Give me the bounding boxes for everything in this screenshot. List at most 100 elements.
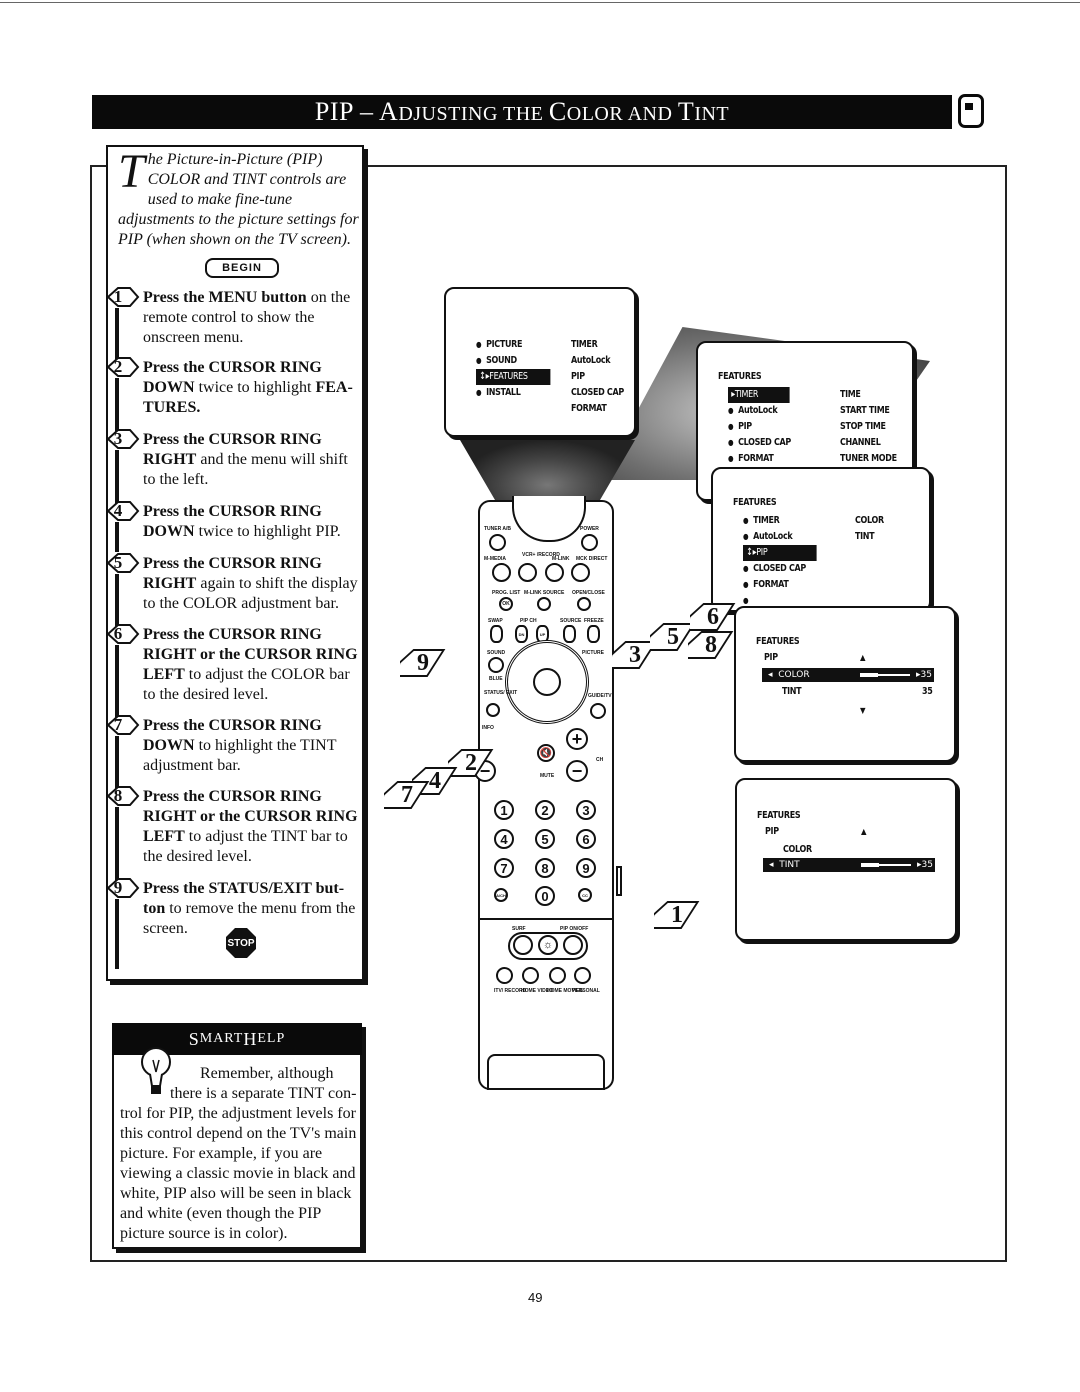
features-menu-right: TIME START TIME STOP TIME CHANNEL TUNER … — [840, 389, 897, 464]
personal-button[interactable] — [574, 967, 591, 984]
step-number-diamond-icon: 8 — [106, 785, 140, 806]
digit-7-button[interactable]: 7 — [494, 858, 514, 878]
label-mlink: M-LINK — [552, 556, 570, 562]
tint-slider[interactable] — [861, 863, 911, 867]
color-bar-row[interactable]: ◂ COLOR ▸35 — [762, 668, 934, 682]
step-number-diamond-icon: 5 — [106, 552, 140, 573]
digit-9-button[interactable]: 9 — [576, 858, 596, 878]
freeze-button[interactable] — [587, 625, 600, 643]
step-text: Press the CURSOR RING DOWN to highlight … — [143, 717, 337, 774]
step-bar — [115, 736, 119, 791]
pip-on-off-button[interactable] — [563, 935, 583, 955]
remote-battery-door — [487, 1054, 605, 1090]
step-text: Press the MENU button on the remote cont… — [143, 289, 351, 346]
tv-icon — [958, 94, 984, 128]
page-top-rule — [0, 2, 1080, 3]
label-mlinksrc: M-LINK SOURCE — [524, 590, 565, 596]
vcr-record-button[interactable] — [518, 563, 537, 582]
tuner-ab-button[interactable] — [489, 534, 506, 551]
step-4: 4 Press the CURSOR RING DOWN twice to hig… — [106, 501, 364, 552]
tv-screen-tint-adjust: FEATURES PIP ▲ COLOR ◂ TINT ▸35 — [735, 778, 957, 941]
pip-menu-title: FEATURES — [733, 497, 777, 508]
label-tuner: TUNER A/B — [484, 526, 512, 532]
cursor-ring-center-button[interactable] — [533, 668, 561, 696]
step-bar — [115, 522, 119, 552]
color-slider[interactable] — [860, 673, 910, 677]
m-media-button[interactable] — [492, 563, 511, 582]
step-3: 3 Press the CURSOR RING RIGHT and the men… — [106, 428, 364, 505]
m-link-button[interactable] — [545, 563, 564, 582]
up-arrow-icon: ▲ — [860, 653, 866, 662]
color-label: COLOR — [783, 844, 812, 855]
ok-button[interactable]: OK — [499, 597, 513, 611]
tint-adjust-title: FEATURES — [757, 810, 801, 821]
digit-1-button[interactable]: 1 — [494, 800, 514, 820]
remote-divider — [480, 918, 612, 920]
menu-item-timer-highlighted: ▸TIMER — [728, 387, 790, 403]
tint-adjust-sub: PIP — [765, 826, 779, 837]
status-exit-button[interactable] — [486, 703, 500, 717]
digit-5-button[interactable]: 5 — [535, 829, 555, 849]
menu-item-picture: PICTURE — [476, 337, 550, 353]
power-button[interactable] — [581, 534, 598, 551]
step-bar — [115, 645, 119, 720]
step-text: Press the CURSOR RING RIGHT and the menu… — [143, 431, 348, 488]
page-title-banner: PIP – ADJUSTING THE COLOR AND TINT — [92, 95, 952, 129]
ach-button[interactable]: A/CH — [494, 888, 508, 902]
swap-button[interactable] — [490, 625, 503, 643]
channel-up-button[interactable]: + — [566, 728, 588, 750]
menu-item-install: INSTALL — [476, 385, 550, 401]
home-video-button[interactable] — [522, 967, 539, 984]
light-button[interactable]: ☼ — [538, 935, 558, 955]
tint-bar-row[interactable]: ◂ TINT ▸35 — [763, 858, 935, 872]
label-freeze: FREEZE — [584, 618, 604, 624]
digit-4-button[interactable]: 4 — [494, 829, 514, 849]
step-text: Press the CURSOR RING DOWN twice to high… — [143, 503, 341, 540]
label-swap: SWAP — [488, 618, 503, 624]
open-close-button[interactable] — [577, 597, 591, 611]
step-2: 2 Press the CURSOR RING DOWN twice to hig… — [106, 357, 364, 433]
mck-direct-button[interactable] — [571, 563, 590, 582]
source-button[interactable] — [563, 625, 576, 643]
menu-side-button[interactable] — [616, 866, 622, 896]
m-link-source-button[interactable] — [537, 597, 551, 611]
digit-8-button[interactable]: 8 — [535, 858, 555, 878]
step-number-diamond-icon: 9 — [106, 877, 140, 898]
step-number-diamond-icon: 1 — [106, 286, 140, 307]
stop-sign-icon: STOP — [226, 928, 256, 958]
label-personal: PERSONAL — [572, 988, 600, 994]
features-title: FEATURES — [718, 371, 762, 382]
main-menu-right: TIMER AutoLock PIP CLOSED CAP FORMAT — [571, 339, 624, 414]
up-arrow-icon: ▲ — [861, 827, 867, 836]
step-1: 1 Press the MENU button on the remote con… — [106, 286, 364, 363]
label-ch: CH — [596, 757, 604, 763]
step-text: Press the CURSOR RING RIGHT or the CURSO… — [143, 626, 358, 703]
digit-2-button[interactable]: 2 — [535, 800, 555, 820]
step-number-diamond-icon: 7 — [106, 714, 140, 735]
guide-tv-button[interactable] — [590, 703, 606, 719]
digit-0-button[interactable]: 0 — [535, 886, 555, 906]
label-pipch: PIP CH — [520, 618, 537, 624]
step-bar — [115, 378, 119, 433]
label-status-exit: STATUS/ EXIT — [484, 690, 518, 696]
step-text: Press the CURSOR RING RIGHT again to shi… — [143, 555, 358, 612]
label-mute: MUTE — [540, 773, 555, 779]
main-menu-left: PICTURE SOUND ↕▸FEATURES INSTALL — [476, 337, 551, 401]
page-title: PIP – ADJUSTING THE COLOR AND TINT — [314, 97, 730, 126]
cc-button[interactable]: CC — [578, 888, 592, 902]
label-sound: SOUND — [487, 650, 506, 656]
surf-button[interactable] — [513, 935, 533, 955]
digit-3-button[interactable]: 3 — [576, 800, 596, 820]
itv-record-button[interactable] — [496, 967, 513, 984]
label-openclose: OPEN/CLOSE — [572, 590, 605, 596]
sound-button[interactable] — [488, 657, 504, 673]
callout-9: 9 — [395, 648, 446, 678]
step-bar — [115, 807, 119, 882]
mute-button[interactable]: 🔇 — [537, 744, 555, 762]
step-8: 8 Press the CURSOR RING RIGHT or the CURS… — [106, 785, 364, 882]
channel-down-button[interactable]: − — [566, 760, 588, 782]
home-movies-button[interactable] — [549, 967, 566, 984]
step-number-diamond-icon: 3 — [106, 428, 140, 449]
digit-6-button[interactable]: 6 — [576, 829, 596, 849]
pip-ch-down-button[interactable]: DN — [515, 625, 528, 643]
